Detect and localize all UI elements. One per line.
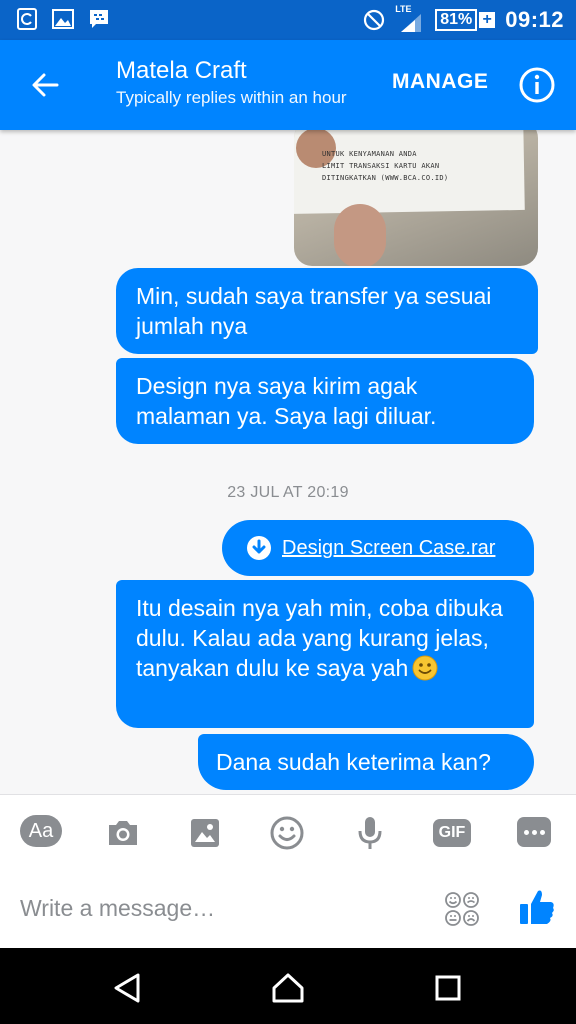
more-options-button[interactable] [517,817,551,847]
dot [524,830,529,835]
message-composer: Aa GIF [0,794,576,948]
bbm-notification-icon [90,10,108,28]
attachment-filename[interactable]: Design Screen Case.rar [282,537,495,560]
clock: 09:12 [505,7,564,32]
manage-button[interactable]: MANAGE [392,70,488,94]
camera-icon [109,821,137,845]
sent-message[interactable]: Itu desain nya yah min, coba dibuka dulu… [116,580,534,728]
arrow-left-icon [32,73,59,97]
battery-indicator: 81% + [435,9,496,31]
message-input[interactable] [20,895,420,922]
gallery-notification-icon [52,9,74,29]
microphone-icon [358,817,382,849]
contact-name: Matela Craft [116,57,247,84]
recent-apps-icon[interactable] [428,968,468,1008]
receipt-line: UNTUK KENYAMANAN ANDA [322,150,417,158]
sticker-button[interactable] [265,813,309,853]
smiley-icon [270,816,304,850]
home-icon[interactable] [268,968,308,1008]
camera-button[interactable] [101,813,145,853]
message-text: Itu desain nya yah min, coba dibuka dulu… [136,595,503,681]
back-button[interactable] [24,64,66,106]
message-timestamp: 23 JUL AT 20:19 [227,484,349,501]
thumb-shape [334,204,386,266]
contact-info[interactable]: Matela Craft Typically replies within an… [116,56,376,110]
sent-message[interactable]: Design nya saya kirim agak malaman ya. S… [116,358,534,444]
voice-button[interactable] [348,813,392,853]
signal-icon: LTE [395,4,425,34]
receipt-line: LIMIT TRANSAKSI KARTU AKAN [322,162,440,170]
photo-message[interactable]: UNTUK KENYAMANAN ANDA LIMIT TRANSAKSI KA… [294,130,538,266]
message-list[interactable]: UNTUK KENYAMANAN ANDA LIMIT TRANSAKSI KA… [0,130,576,794]
download-icon [247,536,271,560]
back-triangle-icon[interactable] [108,968,148,1008]
thumbs-up-icon[interactable] [518,887,556,927]
conversation-header: Matela Craft Typically replies within an… [0,40,576,130]
receipt-text: UNTUK KENYAMANAN ANDA LIMIT TRANSAKSI KA… [322,148,448,184]
charging-icon: + [479,12,496,28]
status-bar: LTE 81% + 09:12 [0,0,576,40]
smile-emoji-icon [412,655,438,681]
do-not-disturb-icon [364,9,385,31]
dot [540,830,545,835]
system-nav-bar [0,948,576,1024]
sent-message[interactable]: Min, sudah saya transfer ya sesuai jumla… [116,268,538,354]
info-icon[interactable] [518,66,556,104]
sent-message[interactable]: Dana sudah keterima kan? [198,734,534,790]
dot [532,830,537,835]
text-style-button[interactable]: Aa [20,815,62,847]
battery-level: 81% [435,9,478,31]
reactions-icon[interactable] [444,891,480,927]
gallery-button[interactable] [183,813,227,853]
sync-notification-icon [17,8,37,30]
file-attachment[interactable]: Design Screen Case.rar [222,520,534,576]
response-time: Typically replies within an hour [116,88,347,107]
gif-button[interactable]: GIF [433,819,471,847]
receipt-line: DITINGKATKAN (WWW.BCA.CO.ID) [322,174,449,182]
image-icon [191,819,219,847]
